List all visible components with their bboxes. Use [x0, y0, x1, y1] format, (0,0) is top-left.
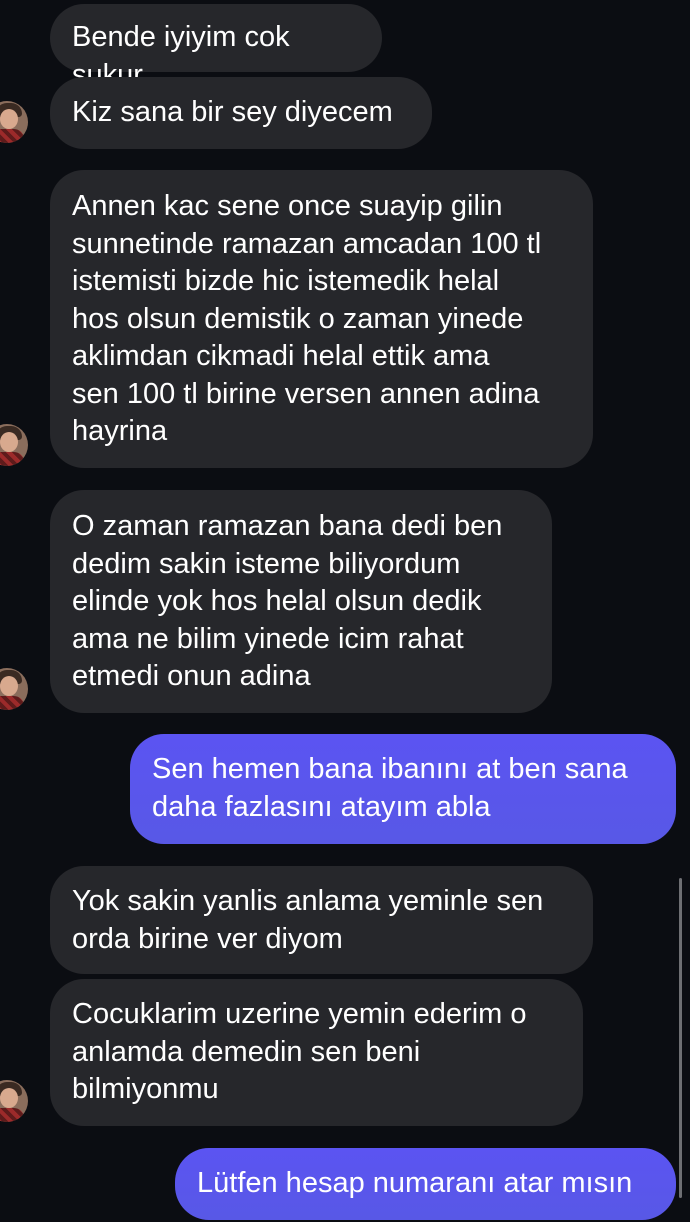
contact-avatar[interactable]	[0, 1080, 28, 1122]
incoming-message[interactable]: Kiz sana bir sey diyecem	[50, 77, 432, 149]
outgoing-message[interactable]: Sen hemen bana ibanını at ben sana daha …	[130, 734, 676, 844]
contact-avatar[interactable]	[0, 101, 28, 143]
incoming-message[interactable]: Cocuklarim uzerine yemin ederim o anlamd…	[50, 979, 583, 1126]
incoming-message[interactable]: Bende iyiyim cok sukur	[50, 4, 382, 91]
contact-avatar[interactable]	[0, 668, 28, 710]
incoming-message[interactable]: Annen kac sene once suayip gilin sunneti…	[50, 170, 593, 468]
outgoing-message[interactable]: Lütfen hesap numaranı atar mısın	[175, 1148, 676, 1220]
contact-avatar[interactable]	[0, 424, 28, 466]
incoming-message[interactable]: O zaman ramazan bana dedi ben dedim saki…	[50, 490, 552, 713]
incoming-message[interactable]: Yok sakin yanlis anlama yeminle sen orda…	[50, 866, 593, 974]
scrollbar[interactable]	[679, 878, 682, 1198]
